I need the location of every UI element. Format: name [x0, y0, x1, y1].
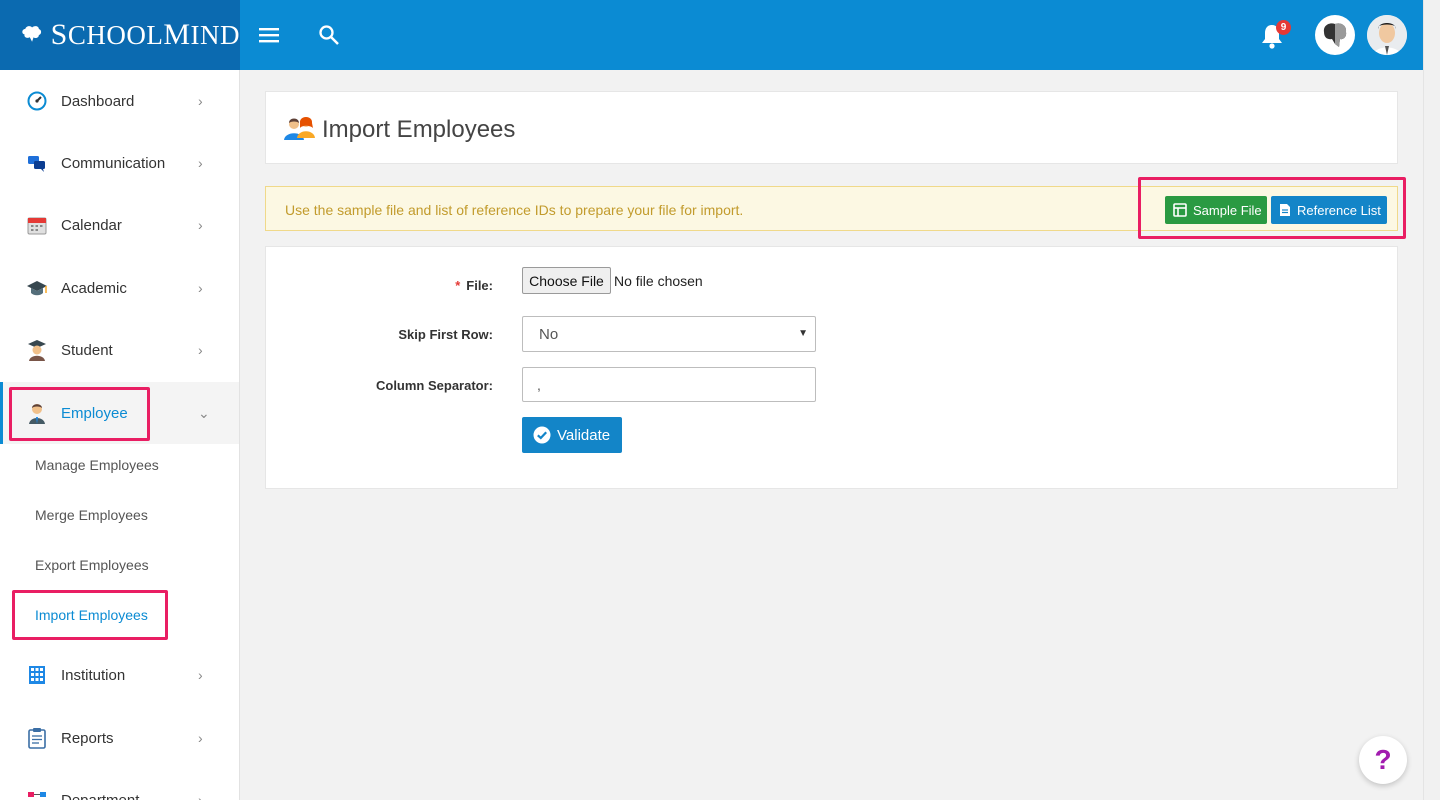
notification-badge: 9 [1276, 20, 1291, 35]
sidebar-item-academic[interactable]: Academic › [0, 257, 239, 319]
spreadsheet-icon [1173, 203, 1187, 217]
school-avatar[interactable] [1315, 15, 1355, 55]
sidebar-item-label: Institution [61, 666, 126, 684]
brain-icon [22, 26, 42, 42]
chevron-right-icon: › [198, 280, 203, 296]
skip-first-row-select[interactable]: No ▼ [522, 316, 816, 352]
sidebar-item-label: Reports [61, 729, 114, 747]
file-label: * File: [293, 278, 493, 293]
alert-text: Use the sample file and list of referenc… [285, 202, 744, 218]
clipboard-icon [26, 727, 48, 749]
sidebar-item-label: Employee [61, 404, 128, 422]
chevron-right-icon: › [198, 792, 203, 800]
file-label-text: File: [466, 278, 493, 293]
dashboard-icon [26, 90, 48, 112]
sidebar-item-label: Academic [61, 279, 127, 297]
top-bar: SCHOOLMIND 9 [0, 0, 1423, 70]
sidebar-item-label: Department [61, 791, 140, 800]
chat-icon [26, 152, 48, 174]
sidebar-item-label: Calendar [61, 216, 122, 234]
sidebar-item-calendar[interactable]: Calendar › [0, 194, 239, 256]
chevron-right-icon: › [198, 730, 203, 746]
reference-list-label: Reference List [1297, 202, 1381, 218]
brand-name: SCHOOLMIND [50, 18, 240, 51]
chevron-right-icon: › [198, 155, 203, 171]
sidebar-subitem-import-employees[interactable]: Import Employees [35, 607, 148, 623]
chevron-right-icon: › [198, 217, 203, 233]
sidebar-item-label: Communication [61, 154, 166, 172]
sidebar-item-communication[interactable]: Communication › [0, 132, 239, 194]
page-title: Import Employees [322, 116, 516, 143]
sidebar-item-reports[interactable]: Reports › [0, 707, 239, 769]
calendar-icon [26, 214, 48, 236]
chevron-right-icon: › [198, 93, 203, 109]
building-icon [26, 664, 48, 686]
graduation-cap-icon [26, 277, 48, 299]
check-circle-icon [533, 426, 551, 444]
document-icon [1279, 203, 1291, 217]
employees-icon [283, 114, 317, 147]
hamburger-icon[interactable] [256, 22, 282, 48]
student-icon [26, 339, 48, 361]
sample-file-label: Sample File [1193, 202, 1262, 218]
sidebar-item-employee[interactable]: Employee ⌄ [0, 382, 239, 444]
user-avatar[interactable] [1367, 15, 1407, 55]
search-icon[interactable] [316, 22, 342, 48]
choose-file-button[interactable]: Choose File [522, 267, 611, 294]
help-button[interactable]: ? [1359, 736, 1407, 784]
column-separator-input[interactable]: , [522, 367, 816, 402]
caret-down-icon: ▼ [798, 328, 808, 339]
required-marker: * [455, 278, 461, 293]
chevron-down-icon: ⌄ [198, 404, 210, 421]
validate-label: Validate [557, 426, 611, 444]
sidebar-subitem-merge-employees[interactable]: Merge Employees [35, 507, 148, 523]
department-icon [26, 789, 48, 800]
sidebar-subitem-export-employees[interactable]: Export Employees [35, 557, 149, 573]
validate-button[interactable]: Validate [522, 417, 622, 453]
skip-first-row-label: Skip First Row: [398, 327, 493, 342]
sample-file-button[interactable]: Sample File [1165, 196, 1267, 224]
reference-list-button[interactable]: Reference List [1271, 196, 1387, 224]
sidebar-item-student[interactable]: Student › [0, 319, 239, 381]
chevron-right-icon: › [198, 342, 203, 358]
sidebar-item-label: Student [61, 341, 113, 359]
skip-first-row-value: No [539, 325, 559, 343]
logo[interactable]: SCHOOLMIND [0, 0, 240, 70]
page-scrollbar[interactable] [1423, 0, 1440, 800]
sidebar-item-label: Dashboard [61, 92, 135, 110]
sidebar-item-dashboard[interactable]: Dashboard › [0, 70, 239, 132]
chevron-right-icon: › [198, 667, 203, 683]
column-separator-label: Column Separator: [375, 378, 493, 393]
sidebar-subitem-manage-employees[interactable]: Manage Employees [35, 457, 159, 473]
sidebar-item-department[interactable]: Department › [0, 769, 239, 800]
sidebar-item-institution[interactable]: Institution › [0, 644, 239, 706]
file-status: No file chosen [614, 273, 703, 289]
sidebar: Dashboard › Communication › Calendar › A… [0, 70, 240, 800]
employee-icon [26, 402, 48, 424]
